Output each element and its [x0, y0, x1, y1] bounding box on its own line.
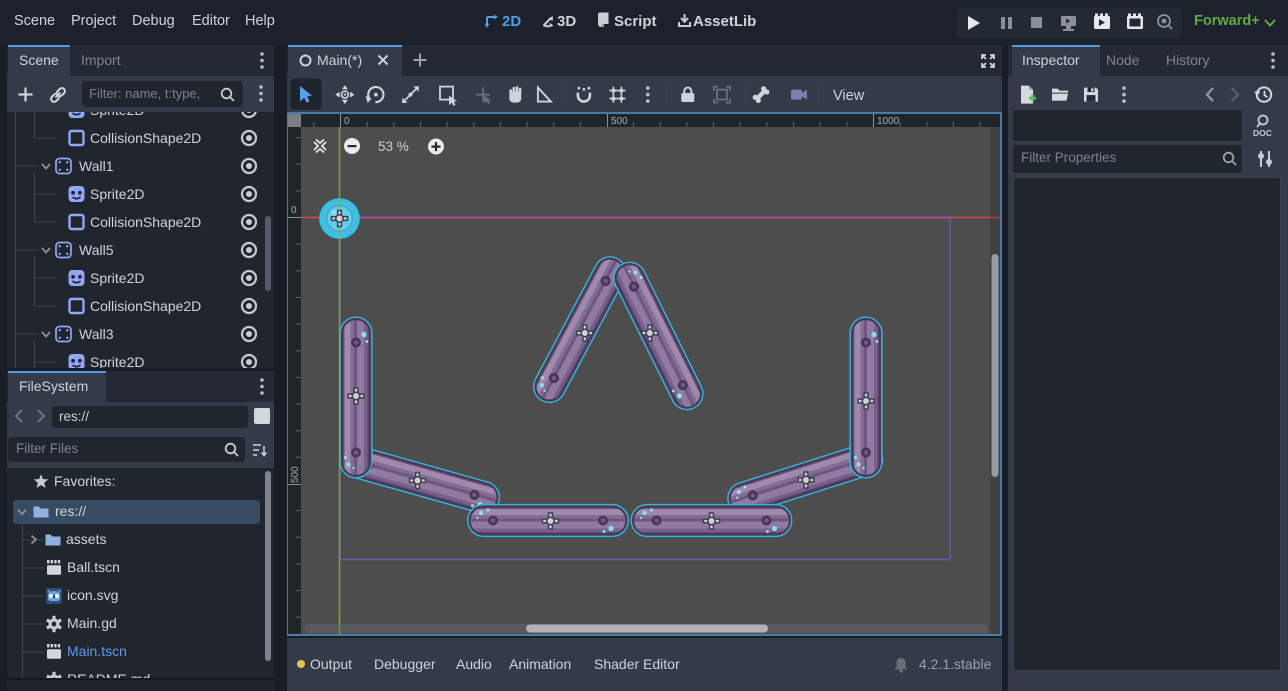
svg-text:1000: 1000 [877, 116, 900, 127]
svg-text:500: 500 [290, 466, 301, 483]
svg-text:0: 0 [291, 205, 297, 216]
svg-text:53 %: 53 % [378, 139, 409, 154]
svg-text:0: 0 [344, 116, 350, 127]
svg-text:DOC: DOC [1253, 128, 1272, 138]
svg-text:View: View [833, 88, 865, 104]
svg-text:500: 500 [611, 116, 628, 127]
